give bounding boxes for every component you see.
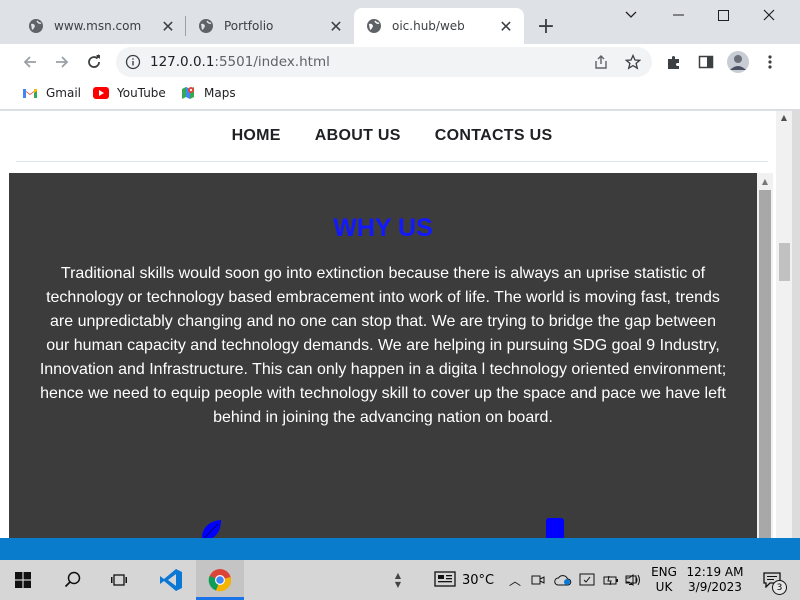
- security-icon[interactable]: [576, 560, 598, 600]
- url-host: 127.0.0.1: [150, 54, 215, 70]
- background-status-bar: [0, 538, 800, 560]
- section-title: WHY US: [333, 214, 433, 242]
- clock-time: 12:19 AM: [686, 565, 744, 579]
- avatar[interactable]: [724, 48, 752, 76]
- scroll-up-arrow-icon[interactable]: ▲: [757, 173, 773, 189]
- volume-icon[interactable]: [624, 560, 644, 600]
- url-text: 127.0.0.1:5501/index.html: [150, 54, 330, 70]
- page-scrollbar[interactable]: ▲: [776, 111, 792, 551]
- bookmark-label: Maps: [204, 86, 236, 100]
- globe-icon: [366, 18, 382, 34]
- task-view-icon[interactable]: [96, 560, 142, 600]
- bookmark-youtube[interactable]: YouTube: [93, 85, 166, 101]
- tab-portfolio[interactable]: Portfolio ✕: [186, 8, 354, 44]
- browser-toolbar: 127.0.0.1:5501/index.html: [0, 44, 800, 78]
- nav-contacts-us[interactable]: CONTACTS US: [435, 127, 553, 145]
- start-button[interactable]: [0, 560, 46, 600]
- minimize-button[interactable]: [655, 0, 701, 30]
- weather-icon: [434, 570, 456, 590]
- close-window-button[interactable]: [746, 0, 792, 30]
- weather-widget[interactable]: 30°C: [428, 560, 500, 600]
- bookmark-star-icon[interactable]: [622, 51, 644, 73]
- tab-oic-hub[interactable]: oic.hub/web ✕: [354, 8, 524, 44]
- page-viewport: HOME ABOUT US CONTACTS US WHY US Traditi…: [0, 111, 792, 551]
- vscode-icon[interactable]: [148, 560, 194, 600]
- youtube-icon: [93, 85, 109, 101]
- close-icon[interactable]: ✕: [496, 16, 516, 36]
- tab-title: oic.hub/web: [392, 19, 465, 33]
- maximize-button[interactable]: [700, 0, 746, 30]
- bookmark-label: Gmail: [46, 86, 82, 100]
- weather-temp: 30°C: [461, 572, 495, 588]
- notifications-button[interactable]: 3: [752, 560, 792, 600]
- tab-title: Portfolio: [224, 19, 274, 33]
- scrollbar-thumb[interactable]: [779, 243, 790, 281]
- nav-home[interactable]: HOME: [232, 127, 281, 145]
- tab-msn[interactable]: www.msn.com ✕: [16, 8, 186, 44]
- section-scrollbar[interactable]: ▲: [757, 173, 773, 551]
- maps-icon: [180, 85, 196, 101]
- scrollbar-thumb[interactable]: [759, 190, 771, 551]
- input-language-indicator[interactable]: ENG UK: [646, 560, 682, 600]
- why-us-section: WHY US Traditional skills would soon go …: [9, 173, 757, 551]
- bookmark-gmail[interactable]: Gmail: [22, 85, 81, 101]
- close-icon[interactable]: ✕: [326, 16, 346, 36]
- bookmarks-bar: Gmail YouTube Maps: [0, 78, 800, 110]
- taskbar-scroll-chevrons-icon[interactable]: ▲ ▼: [388, 560, 408, 600]
- back-button[interactable]: [16, 48, 44, 76]
- lang-region: UK: [655, 580, 673, 594]
- globe-icon: [28, 18, 44, 34]
- new-tab-button[interactable]: +: [534, 14, 558, 39]
- clock[interactable]: 12:19 AM 3/9/2023: [684, 560, 746, 600]
- battery-plug-icon[interactable]: [601, 560, 621, 600]
- bookmark-maps[interactable]: Maps: [180, 85, 236, 101]
- lang-code: ENG: [651, 565, 677, 579]
- bookmark-label: YouTube: [117, 86, 166, 100]
- tab-search-chevron-icon[interactable]: [608, 0, 654, 30]
- share-icon[interactable]: [590, 51, 612, 73]
- url-path: :5501/index.html: [214, 54, 330, 70]
- tab-title: www.msn.com: [54, 19, 142, 33]
- extensions-icon[interactable]: [660, 48, 688, 76]
- site-nav: HOME ABOUT US CONTACTS US: [16, 111, 768, 162]
- kebab-menu-icon[interactable]: [756, 48, 784, 76]
- search-icon[interactable]: [50, 560, 96, 600]
- nav-about-us[interactable]: ABOUT US: [315, 127, 401, 145]
- forward-button[interactable]: [48, 48, 76, 76]
- show-hidden-icons-icon[interactable]: ︿: [507, 560, 523, 600]
- scroll-up-arrow-icon[interactable]: ▲: [776, 113, 792, 127]
- close-icon[interactable]: ✕: [158, 16, 178, 36]
- tab-strip: www.msn.com ✕ Portfolio ✕ oic.hub/web ✕ …: [0, 0, 800, 44]
- background-window-edge: [792, 110, 800, 560]
- onedrive-icon[interactable]: [552, 560, 574, 600]
- notification-count-badge: 3: [772, 580, 787, 595]
- side-panel-icon[interactable]: [692, 48, 720, 76]
- meet-now-icon[interactable]: [528, 560, 548, 600]
- site-info-icon[interactable]: [116, 54, 150, 70]
- section-text: Traditional skills would soon go into ex…: [39, 265, 727, 426]
- chrome-icon[interactable]: [196, 560, 244, 600]
- gmail-icon: [22, 85, 38, 101]
- clock-date: 3/9/2023: [688, 580, 742, 594]
- globe-icon: [198, 18, 214, 34]
- windows-taskbar: ▲ ▼ 30°C ︿ ENG UK 12:19 AM 3/9/2023 3: [0, 560, 800, 600]
- reload-button[interactable]: [80, 48, 108, 76]
- address-bar[interactable]: 127.0.0.1:5501/index.html: [116, 47, 652, 77]
